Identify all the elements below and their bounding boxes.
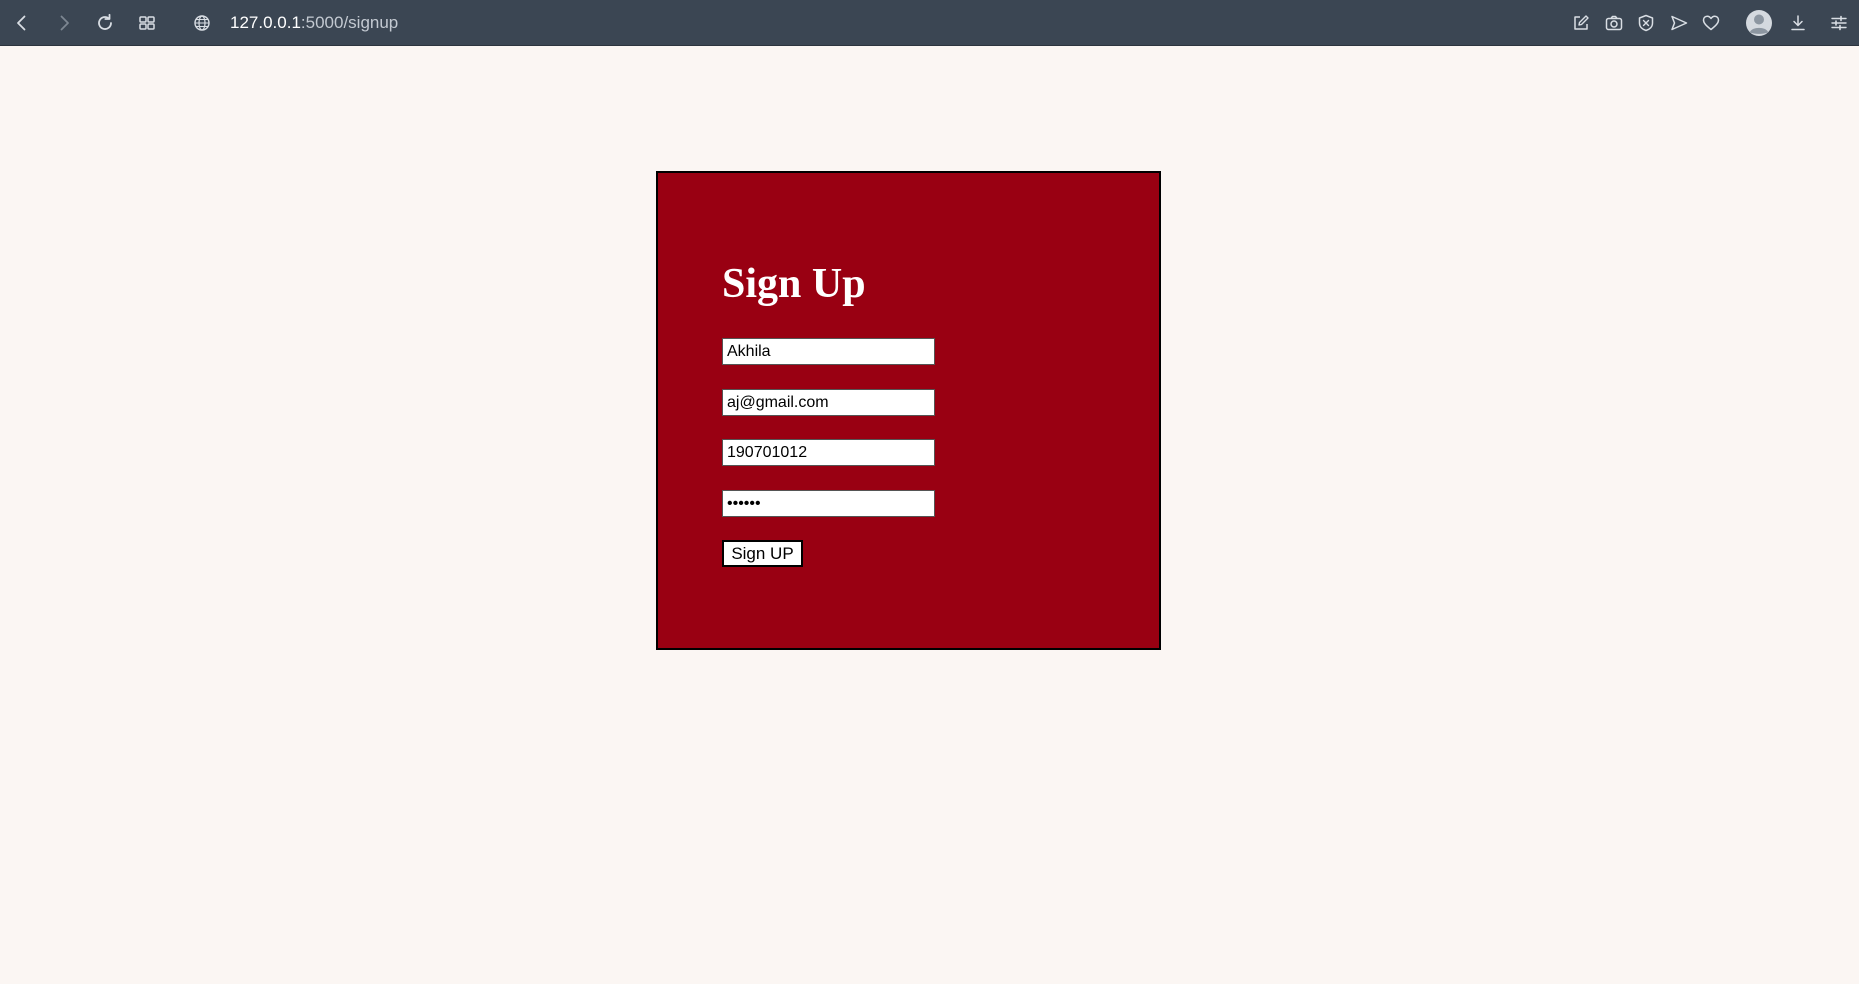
site-info-button[interactable] (188, 9, 216, 37)
forward-button[interactable] (50, 9, 78, 37)
settings-button[interactable] (1825, 9, 1853, 37)
download-icon (1791, 15, 1805, 31)
edit-button[interactable] (1567, 9, 1595, 37)
back-button[interactable] (8, 9, 36, 37)
globe-icon (194, 15, 210, 31)
url-text[interactable]: 127.0.0.1:5000/signup (230, 13, 398, 33)
url-host: 127.0.0.1 (230, 13, 301, 32)
browser-toolbar: 127.0.0.1:5000/signup (0, 0, 1859, 46)
send-icon (1671, 15, 1688, 31)
edit-icon (1574, 15, 1589, 30)
screenshot-button[interactable] (1600, 9, 1628, 37)
heart-icon (1702, 15, 1720, 31)
signup-card: Sign Up Sign UP (656, 171, 1161, 650)
reload-icon (98, 13, 112, 30)
tab-grid-icon (139, 16, 155, 30)
signup-title: Sign Up (722, 261, 866, 307)
profile-icon (1746, 10, 1772, 36)
favorite-button[interactable] (1697, 9, 1725, 37)
shield-button[interactable] (1632, 9, 1660, 37)
camera-icon (1605, 15, 1623, 31)
id-number-input[interactable] (722, 439, 935, 466)
download-button[interactable] (1784, 9, 1812, 37)
page-content: Sign Up Sign UP (0, 46, 1859, 984)
address-bar[interactable]: 127.0.0.1:5000/signup (188, 9, 398, 37)
tabs-button[interactable] (133, 9, 161, 37)
email-input[interactable] (722, 389, 935, 416)
password-input[interactable] (722, 490, 935, 517)
signup-button[interactable]: Sign UP (722, 540, 803, 567)
send-button[interactable] (1665, 9, 1693, 37)
profile-button[interactable] (1743, 7, 1775, 39)
sliders-icon (1831, 15, 1847, 31)
forward-arrow-icon (60, 15, 69, 31)
reload-button[interactable] (91, 9, 119, 37)
back-arrow-icon (17, 15, 26, 31)
name-input[interactable] (722, 338, 935, 365)
shield-icon (1638, 14, 1654, 32)
url-path: :5000/signup (300, 13, 399, 32)
